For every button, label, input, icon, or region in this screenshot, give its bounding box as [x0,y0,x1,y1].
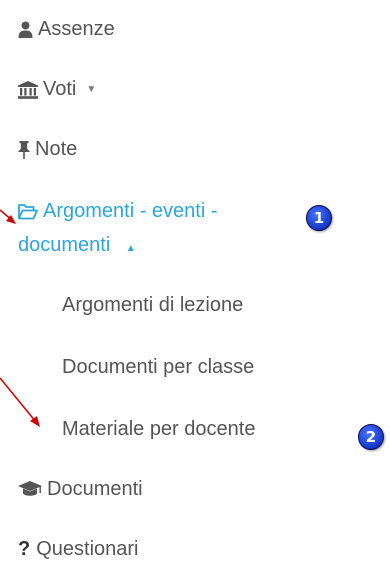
side-menu: Assenze Voti ▼ Note Argomenti - eventi -… [0,0,390,560]
annotation-arrows [0,209,40,427]
arrow-1-icon [0,209,16,224]
arrow-2-icon [0,377,40,427]
